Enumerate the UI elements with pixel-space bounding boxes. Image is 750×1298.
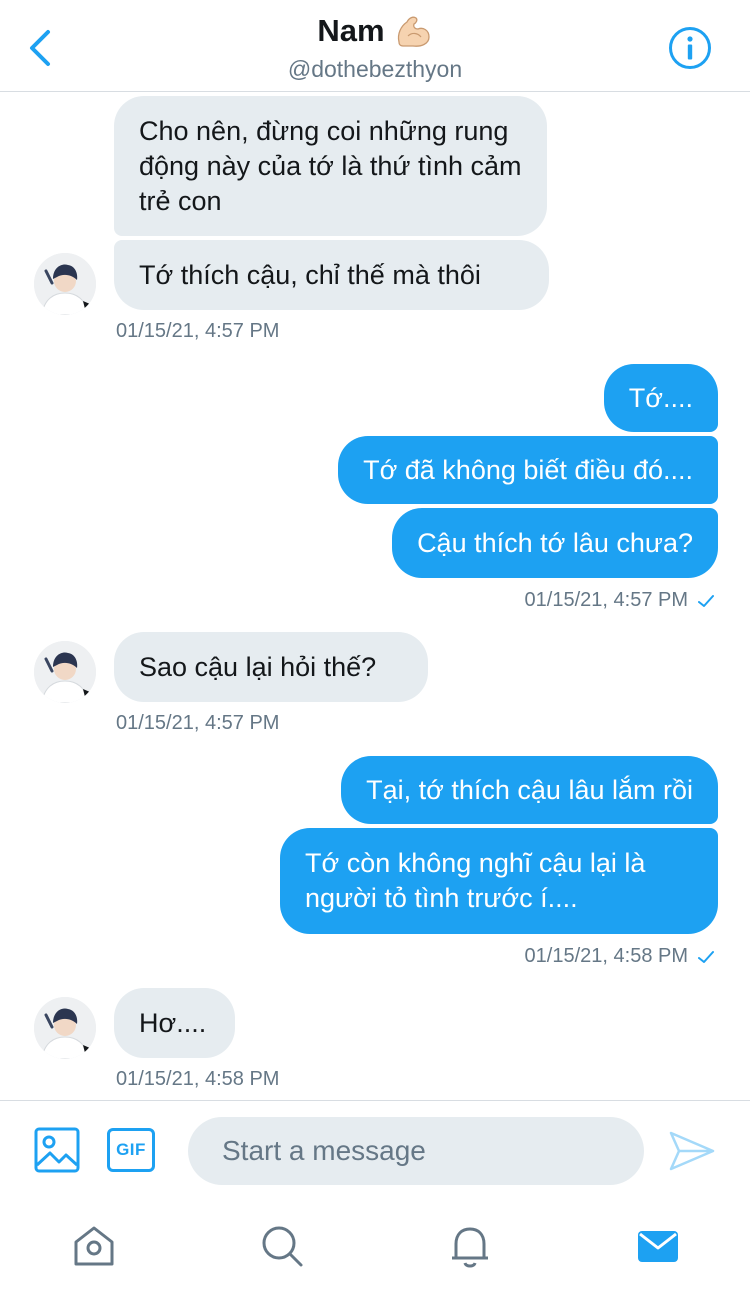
message-timestamp: 01/15/21, 4:58 PM — [116, 1068, 280, 1090]
message-list[interactable]: Cho nên, đừng coi những rung động này củ… — [0, 93, 750, 1100]
contact-avatar[interactable] — [34, 997, 96, 1059]
message-text: Hơ.... — [139, 1007, 207, 1038]
message-timestamp: 01/15/21, 4:57 PM — [116, 320, 280, 342]
avatar-image — [34, 997, 96, 1059]
message-timestamp: 01/15/21, 4:58 PM — [525, 945, 714, 968]
message-timestamp: 01/15/21, 4:57 PM — [116, 712, 280, 734]
message-text: Sao cậu lại hỏi thế? — [139, 651, 377, 682]
avatar-image — [34, 641, 96, 703]
message-text: Cho nên, đừng coi những rung động này củ… — [139, 115, 522, 216]
contact-name-row: Nam — [317, 12, 432, 50]
message-composer: GIF — [0, 1100, 750, 1200]
message-bubble-sent[interactable]: Tại, tớ thích cậu lâu lắm rồi — [341, 756, 718, 824]
conversation-header: Nam @dothebezthyon — [0, 0, 750, 92]
send-icon[interactable] — [668, 1129, 716, 1173]
header-title-block[interactable]: Nam @dothebezthyon — [0, 12, 750, 83]
message-text: Tớ còn không nghĩ cậu lại là người tỏ tì… — [305, 848, 646, 913]
message-text: Tớ đã không biết điều đó.... — [363, 454, 693, 485]
contact-avatar[interactable] — [34, 253, 96, 315]
contact-avatar[interactable] — [34, 641, 96, 703]
messages-icon[interactable] — [634, 1222, 682, 1270]
message-bubble-received[interactable]: Sao cậu lại hỏi thế? — [114, 632, 428, 702]
message-bubble-sent[interactable]: Tớ.... — [603, 364, 718, 432]
message-bubble-sent[interactable]: Tớ đã không biết điều đó.... — [338, 436, 718, 504]
message-input[interactable] — [188, 1117, 644, 1185]
home-icon[interactable] — [70, 1222, 118, 1270]
message-text: Tớ thích cậu, chỉ thế mà thôi — [139, 259, 481, 290]
message-bubble-sent[interactable]: Cậu thích tớ lâu chưa? — [392, 508, 718, 578]
message-bubble-received[interactable]: Cho nên, đừng coi những rung động này củ… — [114, 96, 547, 236]
bottom-tab-bar — [0, 1200, 750, 1298]
message-text: Cậu thích tớ lâu chưa? — [417, 527, 693, 558]
contact-handle: @dothebezthyon — [287, 56, 463, 82]
info-icon[interactable] — [668, 26, 712, 70]
contact-name: Nam — [317, 13, 385, 48]
gif-label: GIF — [116, 1140, 146, 1159]
check-icon — [698, 594, 714, 607]
message-bubble-received[interactable]: Hơ.... — [114, 988, 235, 1058]
image-icon[interactable] — [34, 1127, 80, 1173]
message-timestamp: 01/15/21, 4:57 PM — [525, 589, 714, 612]
check-icon — [698, 950, 714, 963]
message-bubble-received[interactable]: Tớ thích cậu, chỉ thế mà thôi — [114, 240, 549, 310]
search-icon[interactable] — [258, 1222, 306, 1270]
message-text: Tại, tớ thích cậu lâu lắm rồi — [366, 774, 693, 805]
message-bubble-sent[interactable]: Tớ còn không nghĩ cậu lại là người tỏ tì… — [280, 828, 718, 934]
notifications-icon[interactable] — [446, 1222, 494, 1270]
flexed-biceps-icon — [397, 16, 430, 47]
message-text: Tớ.... — [628, 382, 693, 413]
gif-button[interactable]: GIF — [107, 1128, 155, 1172]
avatar-image — [34, 253, 96, 315]
